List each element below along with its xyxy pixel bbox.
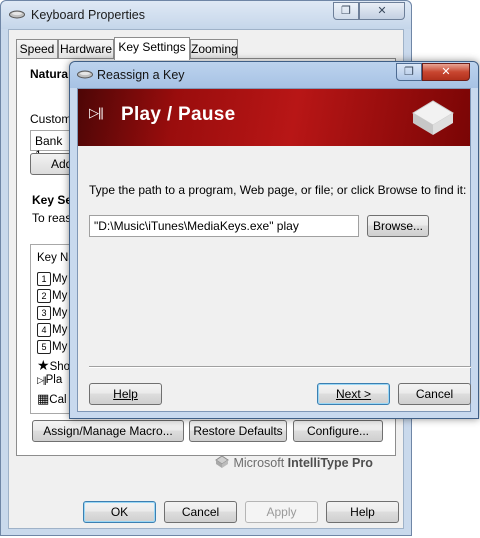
keyboard-icon	[9, 10, 25, 19]
dialog-cancel-button[interactable]: Cancel	[398, 383, 471, 405]
dialog-title: Reassign a Key	[97, 68, 185, 82]
dialog-restore-button[interactable]: ❐	[396, 63, 422, 81]
assign-manage-macro-button[interactable]: Assign/Manage Macro...	[32, 420, 184, 442]
dialog-client-area: ▷|| Play / Pause Type the path to a prog…	[77, 88, 471, 412]
list-item[interactable]: ★Sho	[37, 357, 70, 374]
cancel-button[interactable]: Cancel	[164, 501, 237, 523]
dialog-help-button[interactable]: Help	[89, 383, 162, 405]
dialog-title-bar[interactable]: Reassign a Key ❐ ✕	[70, 62, 478, 88]
list-item-label: Sho	[49, 361, 71, 373]
list-item[interactable]: ▦Cal	[37, 391, 67, 408]
next-button[interactable]: Next >	[317, 383, 390, 405]
list-item[interactable]: 5 My	[37, 340, 67, 357]
natural-keyboard-label: Natura	[30, 67, 69, 81]
my-favorites-2-icon: 2	[37, 289, 51, 303]
my-favorites-5-icon: 5	[37, 340, 51, 354]
path-instructions: Type the path to a program, Web page, or…	[89, 183, 467, 197]
apply-button: Apply	[245, 501, 318, 523]
title-bar[interactable]: Keyboard Properties ❐ ✕	[1, 1, 411, 29]
reassign-key-dialog: Reassign a Key ❐ ✕ ▷|| Play / Pause Type…	[69, 61, 479, 419]
reassign-instructions: To reas	[32, 211, 72, 225]
list-item[interactable]: 4 My	[37, 323, 67, 340]
calculator-icon: ▦	[37, 391, 50, 406]
list-item-label: My	[52, 341, 68, 354]
restore-icon: ❐	[341, 5, 351, 17]
key-list[interactable]: Key Na 1 My 2 My 3 My 4 My 5 My ★Sho ▷||Pla ▦…	[30, 244, 74, 414]
restore-icon: ❐	[404, 66, 414, 78]
window-title: Keyboard Properties	[31, 8, 145, 22]
list-item-label: My	[52, 290, 68, 303]
configure-button[interactable]: Configure...	[293, 420, 383, 442]
keyboard-icon	[77, 70, 93, 79]
help-button[interactable]: Help	[326, 501, 399, 523]
keycap-icon	[412, 100, 454, 135]
next-button-label: Next >	[335, 387, 371, 401]
tab-key-settings[interactable]: Key Settings	[114, 37, 190, 60]
list-item[interactable]: 1 My	[37, 272, 67, 289]
dialog-close-button[interactable]: ✕	[422, 63, 470, 81]
list-item-label: My	[52, 273, 68, 286]
add-button[interactable]: Add	[30, 153, 74, 175]
dialog-banner: ▷|| Play / Pause	[78, 89, 470, 146]
my-favorites-4-icon: 4	[37, 323, 51, 337]
list-item-label: My	[52, 307, 68, 320]
ok-button[interactable]: OK	[83, 501, 156, 523]
list-item[interactable]: 3 My	[37, 306, 67, 323]
tab-hardware[interactable]: Hardware	[58, 39, 114, 59]
banner-title: Play / Pause	[121, 104, 236, 125]
list-item[interactable]: ▷||Pla	[37, 374, 62, 391]
my-favorites-3-icon: 3	[37, 306, 51, 320]
intellitype-logo: Microsoft IntelliType Pro	[214, 455, 373, 470]
dialog-help-label: Help	[113, 387, 138, 401]
logo-brand: Microsoft	[233, 456, 285, 470]
close-icon: ✕	[377, 5, 387, 17]
play-pause-icon: ▷||	[89, 105, 104, 120]
keyboard-logo-icon	[215, 455, 229, 468]
bank-select[interactable]: Bank 1	[30, 130, 74, 162]
list-item-label: Pla	[45, 374, 63, 386]
close-icon: ✕	[441, 66, 451, 78]
close-button[interactable]: ✕	[359, 2, 405, 20]
restore-defaults-button[interactable]: Restore Defaults	[189, 420, 287, 442]
restore-button[interactable]: ❐	[333, 2, 359, 20]
logo-edition: Pro	[352, 456, 373, 470]
play-pause-icon: ▷||	[37, 375, 47, 385]
custom-label: Custom	[30, 112, 72, 126]
program-path-input[interactable]	[89, 215, 359, 237]
divider	[89, 366, 471, 368]
key-settings-label: Key Se	[32, 193, 73, 207]
list-item[interactable]: 2 My	[37, 289, 67, 306]
logo-product: IntelliType	[287, 456, 349, 470]
star-icon: ★	[37, 357, 50, 373]
browse-button[interactable]: Browse...	[367, 215, 429, 237]
tab-zooming[interactable]: Zooming	[190, 39, 238, 59]
list-item-label: My	[52, 324, 68, 337]
tab-speed[interactable]: Speed	[16, 39, 58, 59]
my-favorites-1-icon: 1	[37, 272, 51, 286]
list-item-label: Cal	[49, 394, 67, 406]
